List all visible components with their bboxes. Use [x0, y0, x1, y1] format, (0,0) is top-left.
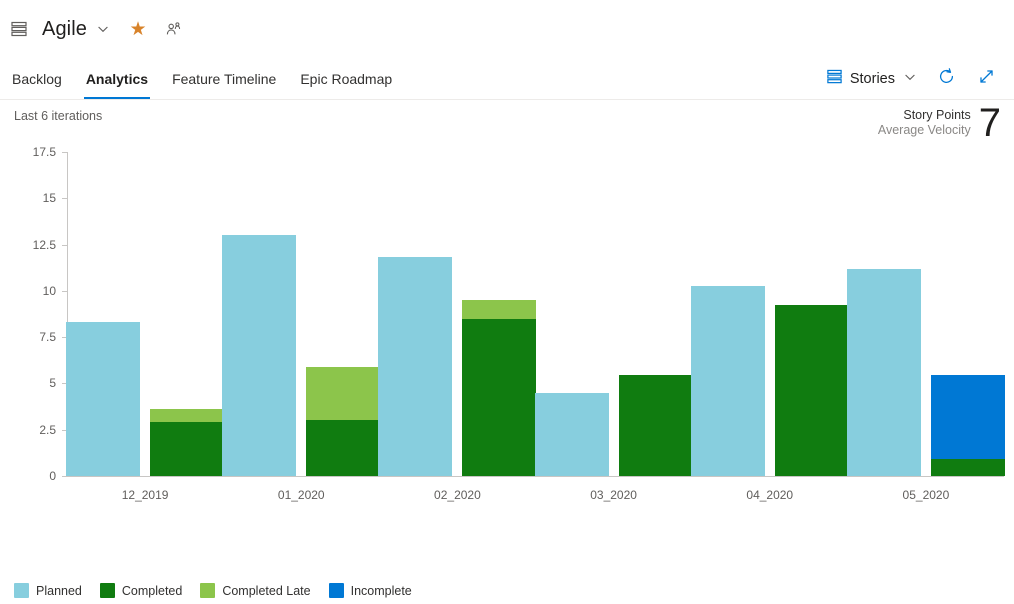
favorite-star-icon[interactable]: ★	[123, 14, 153, 44]
legend-swatch	[99, 583, 115, 598]
picker-chevron-down-icon	[904, 71, 916, 87]
x-axis-tick-label: 03_2020	[590, 488, 637, 502]
average-velocity-summary: Story Points Average Velocity 7	[878, 101, 1001, 145]
chart-plot: 0 2.5 5 7.5 10 12.5 15 17.5 12_2019 01_2020 02_202…	[0, 145, 1014, 552]
y-axis-tick-label: 5	[49, 376, 56, 391]
bar-actual-stack[interactable]	[306, 366, 381, 476]
velocity-chart: 0 2.5 5 7.5 10 12.5 15 17.5 12_2019 01_2020 02_202…	[0, 145, 1014, 604]
y-axis-tick-label: 10	[42, 283, 56, 298]
star-glyph: ★	[129, 18, 147, 40]
bar-segment-completed[interactable]	[618, 375, 693, 476]
people-team-icon[interactable]	[159, 14, 189, 44]
bar-segment-completed-late[interactable]	[150, 409, 225, 423]
tab-label: Backlog	[12, 70, 62, 87]
project-breadcrumb: Agile ★	[6, 14, 189, 44]
bar-segment-completed[interactable]	[462, 318, 537, 476]
velocity-text: Story Points Average Velocity	[878, 105, 971, 139]
bar-segment-completed[interactable]	[774, 304, 849, 476]
bar-segment-completed[interactable]	[150, 422, 225, 476]
tab-label: Epic Roadmap	[300, 70, 393, 87]
y-axis-tick-label: 0	[49, 469, 56, 483]
bar-actual-stack[interactable]	[462, 300, 537, 476]
x-axis-tick-label: 12_2019	[121, 488, 169, 502]
stack-icon	[6, 16, 32, 42]
velocity-title: Story Points	[903, 108, 971, 122]
legend-swatch	[200, 583, 216, 598]
bar-planned[interactable]	[66, 322, 141, 476]
legend-swatch	[14, 583, 29, 598]
bar-planned[interactable]	[846, 268, 921, 476]
legend-swatch	[328, 583, 344, 598]
refresh-button[interactable]	[930, 63, 962, 95]
y-axis-tick-label: 17.5	[32, 145, 56, 159]
x-axis-tick-label: 01_2020	[277, 488, 325, 502]
tab-analytics[interactable]: Analytics	[74, 58, 160, 99]
toolbar: Stories	[820, 58, 1014, 99]
legend-label: Completed Late	[222, 583, 311, 598]
iteration-range-label: Last 6 iterations	[14, 109, 103, 123]
bar-segment-completed-late[interactable]	[462, 300, 537, 319]
y-axis-tick-label: 15	[42, 191, 56, 206]
bar-actual-stack[interactable]	[618, 375, 693, 476]
stack-blue-icon	[826, 68, 843, 89]
legend-label: Completed	[121, 583, 183, 598]
y-axis-tick-label: 12.5	[32, 237, 56, 252]
legend-label: Incomplete	[350, 583, 412, 598]
expand-diagonal-icon	[977, 67, 996, 91]
chart-subheader: Last 6 iterations Story Points Average V…	[0, 100, 1014, 152]
chart-legend: Planned Completed Completed Late Incomplete	[14, 583, 412, 598]
x-axis-tick-label: 04_2020	[746, 488, 794, 502]
tab-label: Analytics	[85, 70, 149, 87]
bar-actual-stack[interactable]	[150, 409, 225, 476]
velocity-value: 7	[978, 101, 1001, 145]
bar-segment-incomplete[interactable]	[930, 375, 1005, 460]
y-axis-tick-label: 7.5	[39, 330, 56, 345]
tab-backlog[interactable]: Backlog	[0, 58, 74, 99]
bar-segment-completed[interactable]	[930, 459, 1005, 476]
bar-segment-completed-late[interactable]	[306, 366, 381, 421]
bar-planned[interactable]	[534, 392, 609, 476]
app-header: Agile ★	[0, 0, 1014, 58]
work-item-type-label: Stories	[849, 70, 895, 87]
tab-label: Feature Timeline	[172, 70, 277, 87]
legend-item-completed[interactable]: Completed	[99, 583, 183, 598]
tabs: Backlog Analytics Feature Timeline Epic …	[0, 58, 404, 99]
fullscreen-button[interactable]	[970, 63, 1002, 95]
y-axis-tick-label: 2.5	[39, 422, 56, 437]
bar-planned[interactable]	[222, 235, 297, 476]
bar-planned[interactable]	[690, 286, 765, 476]
legend-label: Planned	[36, 583, 82, 598]
legend-item-incomplete[interactable]: Incomplete	[328, 583, 412, 598]
tab-feature-timeline[interactable]: Feature Timeline	[160, 58, 288, 99]
x-axis-tick-label: 02_2020	[434, 488, 481, 502]
bar-actual-stack[interactable]	[930, 375, 1005, 476]
bar-planned[interactable]	[378, 256, 453, 476]
legend-item-planned[interactable]: Planned	[14, 583, 82, 598]
bar-actual-stack[interactable]	[774, 304, 849, 476]
x-axis-tick-label: 05_2020	[902, 488, 950, 502]
tab-strip: Backlog Analytics Feature Timeline Epic …	[0, 58, 1014, 100]
tab-epic-roadmap[interactable]: Epic Roadmap	[288, 58, 404, 99]
project-name[interactable]: Agile	[40, 16, 89, 43]
legend-item-completed-late[interactable]: Completed Late	[200, 583, 311, 598]
x-axis-line	[67, 476, 1004, 477]
refresh-icon	[937, 67, 956, 91]
bar-segment-completed[interactable]	[306, 420, 381, 476]
velocity-subtitle: Average Velocity	[877, 123, 971, 138]
project-chevron-down-icon[interactable]	[91, 16, 115, 42]
work-item-type-picker[interactable]: Stories	[820, 64, 922, 93]
